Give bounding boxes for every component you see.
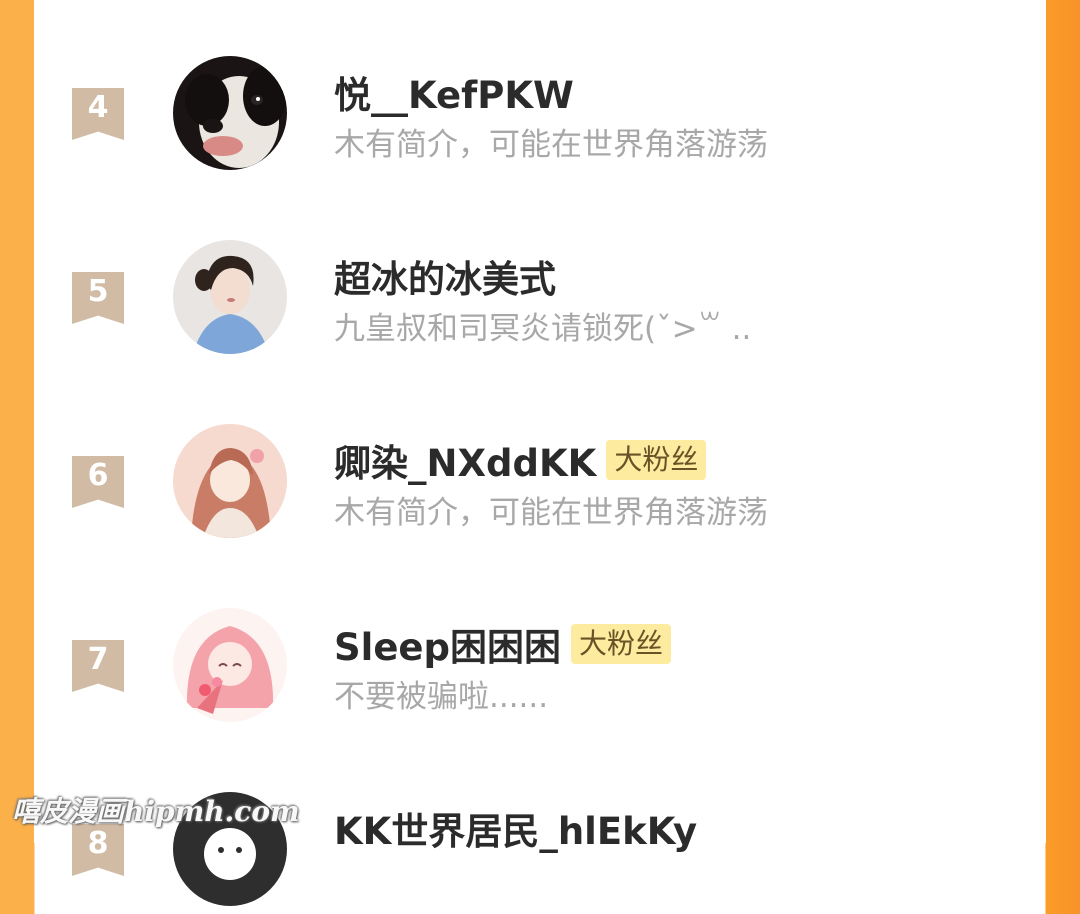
fan-name: 超冰的冰美式 (334, 249, 556, 303)
fan-row[interactable]: 7 Sleep困困困 大粉丝 不要被骗啦...... (34, 600, 1046, 730)
rank-ribbon: 5 (72, 272, 124, 324)
fan-name-text: 卿染_NXddKK (334, 442, 597, 485)
avatar[interactable] (173, 240, 287, 354)
fan-ranking-list: 4 悦__KefPKW 木有简介，可能在世界角落游荡 5 超冰的冰美式 九皇叔和… (34, 0, 1046, 906)
fan-bio: 木有简介，可能在世界角落游荡 (334, 495, 768, 531)
fan-name: 悦__KefPKW (334, 65, 574, 119)
fan-name: 卿染_NXddKK 大粉丝 (334, 433, 707, 487)
fan-name-text: 超冰的冰美式 (334, 258, 556, 301)
pink-anime-girl-avatar-image (173, 608, 287, 722)
site-watermark: 嘻皮漫画hipmh.com (12, 795, 300, 828)
fan-name-text: KK世界居民_hlEkKy (334, 810, 698, 853)
fan-name: KK世界居民_hlEkKy (334, 801, 697, 855)
avatar[interactable] (173, 56, 287, 170)
fan-bio: 九皇叔和司冥炎请锁死(ˇ>꒳ .. (334, 311, 752, 347)
avatar[interactable] (173, 608, 287, 722)
puppy-avatar-image (173, 56, 287, 170)
fan-name-text: 悦__KefPKW (334, 74, 574, 117)
big-fan-badge: 大粉丝 (571, 624, 672, 664)
big-fan-badge: 大粉丝 (606, 440, 707, 480)
avatar[interactable] (173, 424, 287, 538)
fan-bio: 木有简介，可能在世界角落游荡 (334, 127, 768, 163)
anime-girl-avatar-image (173, 424, 287, 538)
rank-ribbon: 8 (72, 824, 124, 876)
fan-row[interactable]: 4 悦__KefPKW 木有简介，可能在世界角落游荡 (34, 48, 1046, 178)
rank-ribbon: 4 (72, 88, 124, 140)
fan-row[interactable]: 5 超冰的冰美式 九皇叔和司冥炎请锁死(ˇ>꒳ .. (34, 232, 1046, 362)
fan-name: Sleep困困困 大粉丝 (334, 617, 672, 671)
fan-row[interactable]: 6 卿染_NXddKK 大粉丝 木有简介，可能在世界角落游荡 (34, 416, 1046, 546)
rank-ribbon: 7 (72, 640, 124, 692)
rank-ribbon: 6 (72, 456, 124, 508)
fan-bio: 不要被骗啦...... (334, 679, 549, 715)
fan-name-text: Sleep困困困 (334, 626, 562, 669)
girl-portrait-avatar-image (173, 240, 287, 354)
